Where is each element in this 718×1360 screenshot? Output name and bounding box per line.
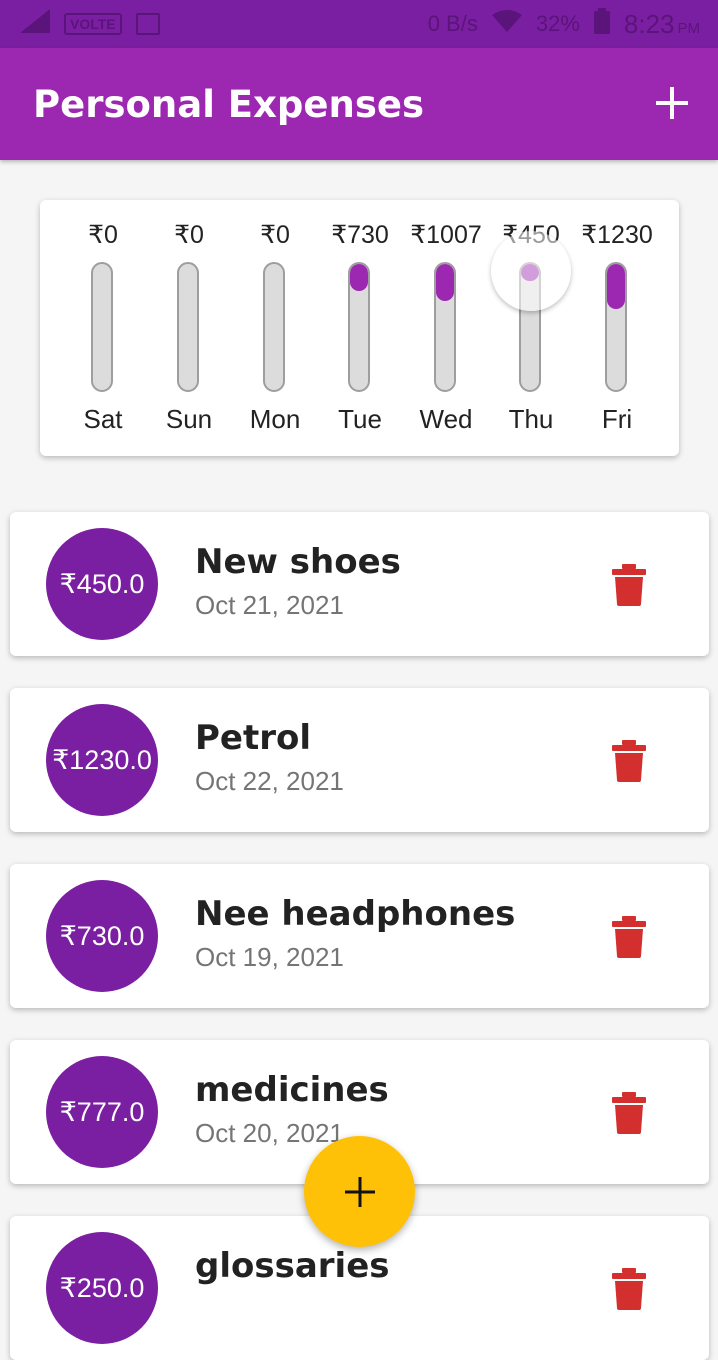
bar-day-label: Sat <box>83 404 123 434</box>
chart-bar-tue: ₹730 Tue <box>315 200 405 456</box>
bar-track <box>605 262 627 392</box>
bar-fill <box>436 264 454 302</box>
delete-button[interactable] <box>610 564 648 606</box>
amount-avatar: ₹450.0 <box>46 528 158 640</box>
amount-avatar: ₹250.0 <box>46 1232 158 1344</box>
bar-day-label: Fri <box>601 404 633 434</box>
bar-amount-label: ₹1230 <box>581 221 653 249</box>
bar-fill <box>607 264 625 310</box>
bar-track <box>177 262 199 392</box>
clock: 8:23 PM <box>624 9 700 40</box>
bar-fill <box>350 264 368 291</box>
chart-bar-mon: ₹0 Mon <box>230 200 320 456</box>
chart-bar-sat: ₹0 Sat <box>58 200 148 456</box>
bar-day-label: Tue <box>338 404 382 434</box>
transaction-date: Oct 21, 2021 <box>195 590 344 620</box>
transaction-title: medicines <box>195 1070 389 1110</box>
delete-button[interactable] <box>610 916 648 958</box>
signal-icon <box>20 9 50 39</box>
transaction-title: New shoes <box>195 542 401 582</box>
bar-track <box>91 262 113 392</box>
transaction-date: Oct 22, 2021 <box>195 766 344 796</box>
bar-amount-label: ₹0 <box>174 221 204 249</box>
transaction-title: glossaries <box>195 1246 390 1286</box>
add-transaction-button[interactable] <box>656 80 688 128</box>
amount-avatar: ₹777.0 <box>46 1056 158 1168</box>
touch-ripple <box>491 231 571 311</box>
trash-icon <box>612 740 646 782</box>
chart-bar-fri: ₹1230 Fri <box>572 200 662 456</box>
delete-button[interactable] <box>610 1268 648 1310</box>
trash-icon <box>612 916 646 958</box>
delete-button[interactable] <box>610 740 648 782</box>
battery-icon <box>593 8 610 40</box>
bar-day-label: Mon <box>249 404 301 434</box>
bar-track <box>348 262 370 392</box>
plus-icon <box>656 87 688 119</box>
wifi-icon <box>491 9 522 39</box>
status-bar: VOLTE 0 B/s 32% 8:23 PM <box>0 0 718 48</box>
transaction-card[interactable]: ₹450.0 New shoes Oct 21, 2021 <box>10 512 709 656</box>
bar-day-label: Sun <box>165 404 213 434</box>
transaction-title: Nee headphones <box>195 894 516 934</box>
trash-icon <box>612 1092 646 1134</box>
transaction-date: Oct 19, 2021 <box>195 942 344 972</box>
amount-avatar: ₹730.0 <box>46 880 158 992</box>
network-speed: 0 B/s <box>427 11 478 36</box>
amount-avatar: ₹1230.0 <box>46 704 158 816</box>
delete-button[interactable] <box>610 1092 648 1134</box>
transaction-date: Oct 20, 2021 <box>195 1118 344 1148</box>
weekly-chart: ₹0Sat₹0Sun₹0Mon₹730Tue₹1007Wed₹450Thu₹12… <box>40 200 679 456</box>
page-title: Personal Expenses <box>33 82 424 126</box>
trash-icon <box>612 564 646 606</box>
clock-ampm: PM <box>677 19 701 37</box>
bar-amount-label: ₹0 <box>88 221 118 249</box>
transaction-card[interactable]: ₹1230.0 Petrol Oct 22, 2021 <box>10 688 709 832</box>
bar-amount-label: ₹1007 <box>410 221 482 249</box>
trash-icon <box>612 1268 646 1310</box>
app-bar: Personal Expenses <box>0 48 718 160</box>
bar-track <box>263 262 285 392</box>
bar-amount-label: ₹0 <box>260 221 290 249</box>
chart-bar-wed: ₹1007 Wed <box>401 200 491 456</box>
bar-track <box>434 262 456 392</box>
battery-percent: 32% <box>535 11 580 36</box>
fab-add-button[interactable] <box>304 1136 415 1247</box>
bar-day-label: Thu <box>508 404 554 434</box>
network-badge: VOLTE <box>64 13 122 35</box>
plus-icon <box>344 1176 375 1207</box>
bar-amount-label: ₹730 <box>331 221 389 249</box>
chart-bar-sun: ₹0 Sun <box>144 200 234 456</box>
clock-time: 8:23 <box>623 8 675 39</box>
transaction-card[interactable]: ₹730.0 Nee headphones Oct 19, 2021 <box>10 864 709 1008</box>
bar-day-label: Wed <box>419 404 473 434</box>
transaction-title: Petrol <box>195 718 312 758</box>
gallery-icon <box>135 13 160 35</box>
